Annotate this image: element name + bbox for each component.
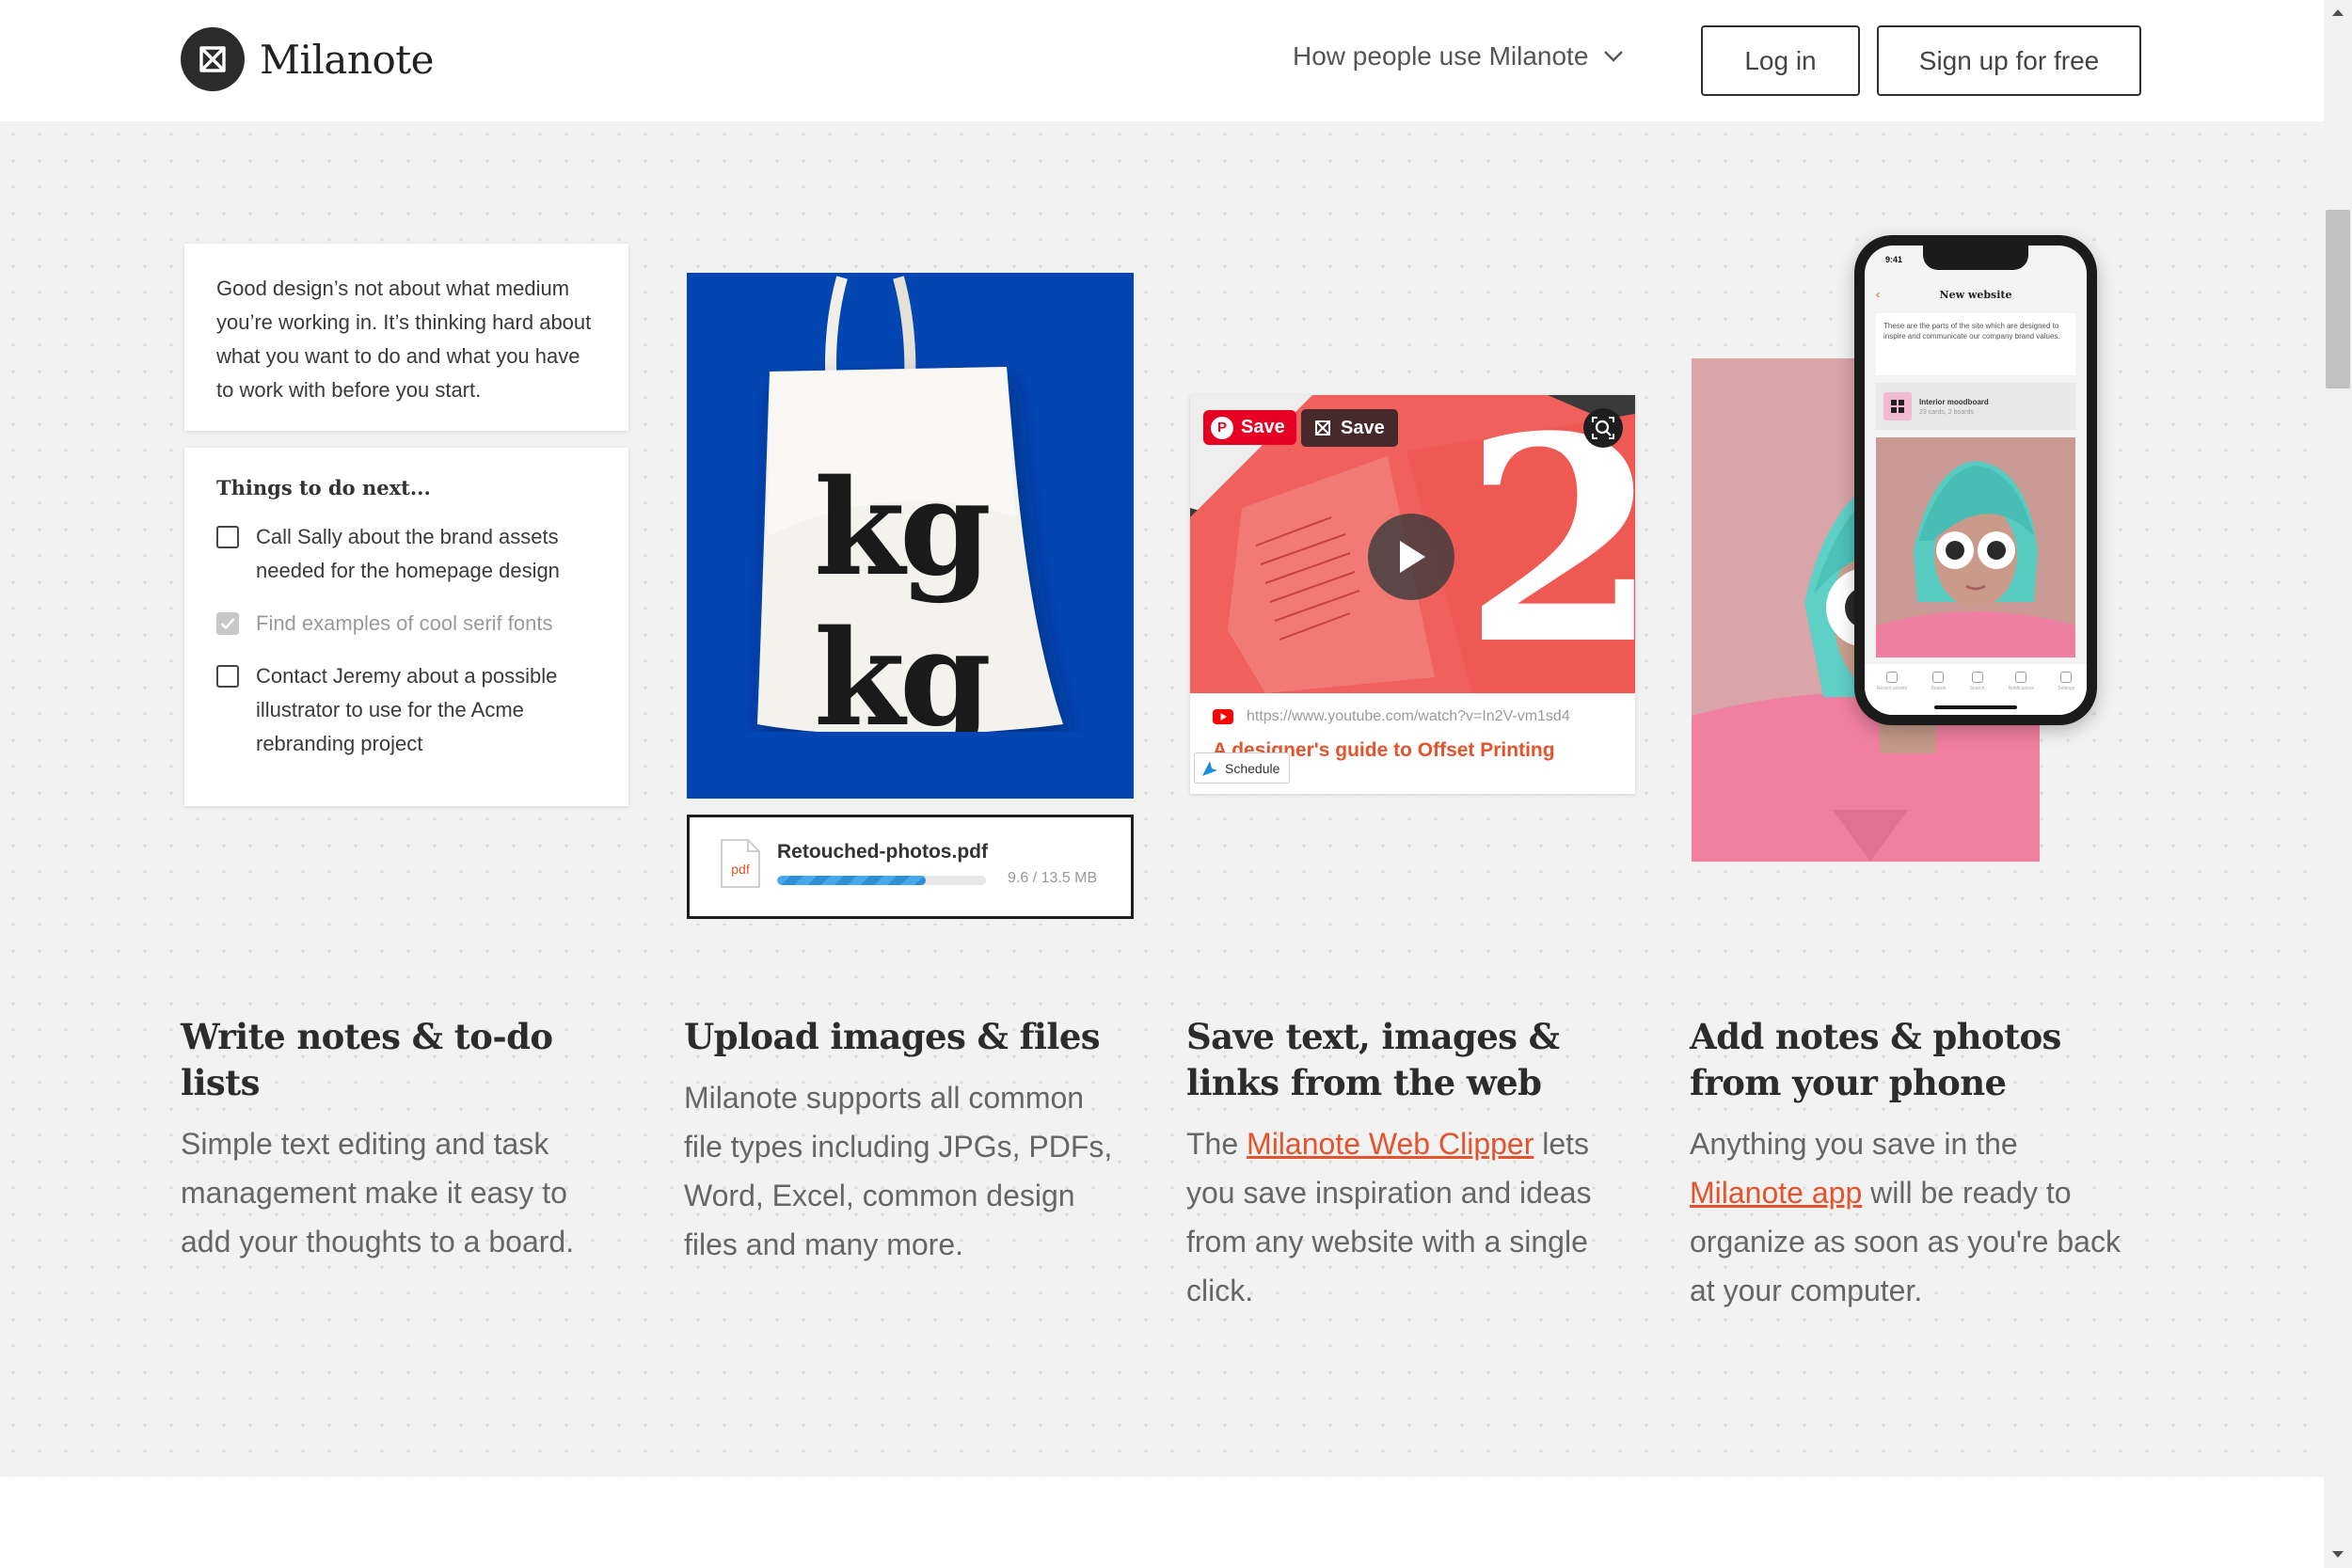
gear-icon: [2060, 672, 2073, 683]
feature-heading: Write notes & to-do lists: [181, 1016, 553, 1103]
brand-logo[interactable]: Milanote: [181, 27, 434, 91]
web-clipper-link[interactable]: Milanote Web Clipper: [1247, 1127, 1534, 1161]
tab-label: Settings: [2058, 686, 2075, 691]
status-time: 9:41: [1885, 255, 1903, 264]
todo-text: Call Sally about the brand assets needed…: [256, 525, 560, 582]
phone-screen: 9:41 ‹ New website These are the parts o…: [1865, 245, 2087, 715]
tote-bag-image[interactable]: kg kg: [687, 273, 1134, 799]
tab-settings[interactable]: Settings: [2058, 672, 2074, 715]
video-thumbnail[interactable]: 2 P Save Save: [1190, 395, 1635, 693]
pdf-file-icon: pdf: [720, 838, 761, 894]
feature-heading: Upload images & files: [684, 1016, 1101, 1057]
todo-item: Call Sally about the brand assets needed…: [216, 520, 596, 588]
bird-icon: [1202, 760, 1217, 776]
file-size: 9.6 / 13.5 MB: [1008, 870, 1098, 886]
scrollbar-thumb[interactable]: [2326, 210, 2350, 388]
bell-icon: [2015, 672, 2027, 683]
recent-icon: [1885, 672, 1898, 683]
tab-label: Notifications: [2008, 686, 2034, 691]
todo-item: Contact Jeremy about a possible illustra…: [216, 659, 596, 761]
brand-name: Milanote: [260, 36, 434, 83]
signup-button[interactable]: Sign up for free: [1877, 25, 2141, 96]
feature-uploads: Upload images & files Milanote supports …: [684, 1014, 1126, 1269]
pinterest-icon: P: [1211, 416, 1233, 439]
todo-text: Contact Jeremy about a possible illustra…: [256, 664, 558, 755]
visual-search-icon[interactable]: [1583, 408, 1623, 448]
web-clip-card[interactable]: 2 P Save Save https://www.youtube.com/wa…: [1190, 395, 1635, 794]
feature-description: Milanote supports all common file types …: [684, 1081, 1113, 1261]
description-text: The: [1186, 1127, 1248, 1161]
todo-title: Things to do next...: [216, 476, 431, 499]
pinterest-save-button[interactable]: P Save: [1203, 410, 1296, 445]
next-section: [0, 1477, 2324, 1568]
tab-label: Search: [1969, 686, 1985, 691]
upload-file-card[interactable]: pdf Retouched-photos.pdf 9.6 / 13.5 MB: [687, 815, 1134, 919]
todo-checkbox-checked[interactable]: [216, 612, 239, 635]
schedule-chip[interactable]: Schedule: [1194, 752, 1291, 784]
source-url[interactable]: https://www.youtube.com/watch?v=In2V-vm1…: [1247, 708, 1570, 725]
note-card: Good design’s not about what medium you’…: [184, 244, 628, 431]
milanote-save-button[interactable]: Save: [1301, 409, 1398, 447]
milanote-logo-icon: [181, 27, 245, 91]
search-icon: [1971, 672, 1983, 683]
upload-progress-bar: [777, 876, 986, 885]
phone-notch: [1923, 245, 2028, 270]
scroll-down-icon[interactable]: [2331, 1550, 2344, 1560]
board-title: Interior moodboard: [1919, 397, 1989, 406]
schedule-label: Schedule: [1225, 760, 1280, 776]
checkmark-icon: [220, 618, 235, 630]
feature-heading: Save text, images & links from the web: [1186, 1016, 1560, 1103]
description-text: Anything you save in the: [1690, 1127, 2018, 1161]
page-scrollbar[interactable]: [2324, 0, 2352, 1568]
login-button[interactable]: Log in: [1701, 25, 1860, 96]
file-name: Retouched-photos.pdf: [777, 841, 988, 863]
scroll-up-icon[interactable]: [2331, 8, 2344, 17]
milanote-app-link[interactable]: Milanote app: [1690, 1176, 1862, 1210]
todo-item: Find examples of cool serif fonts: [216, 607, 596, 641]
feature-web-clipper: Save text, images & links from the web T…: [1186, 1014, 1629, 1315]
chevron-down-icon: [1604, 51, 1624, 62]
todo-card: Things to do next... Call Sally about th…: [184, 448, 628, 806]
tab-label: Recent activity: [1876, 686, 1908, 691]
boards-icon: [1932, 672, 1945, 683]
feature-description: The Milanote Web Clipper lets you save i…: [1186, 1119, 1629, 1315]
youtube-icon: [1213, 709, 1233, 724]
file-type-label: pdf: [731, 862, 750, 877]
phone-note[interactable]: These are the parts of the site which ar…: [1876, 313, 2075, 375]
site-header: Milanote How people use Milanote Log in …: [0, 0, 2324, 121]
nav-menu-label: How people use Milanote: [1293, 41, 1589, 71]
phone-board-card[interactable]: Interior moodboard 23 cards, 2 boards: [1876, 383, 2075, 430]
portrait-illustration: [1876, 437, 2075, 657]
feature-heading: Add notes & photos from your phone: [1690, 1016, 2061, 1103]
tote-text-line-1: kg: [814, 451, 989, 606]
how-people-use-menu[interactable]: How people use Milanote: [1293, 41, 1624, 71]
board-icon: [1883, 392, 1912, 420]
note-text: Good design’s not about what medium you’…: [216, 277, 592, 402]
feature-description: Anything you save in the Milanote app wi…: [1690, 1119, 2132, 1315]
phone-photo[interactable]: [1876, 437, 2075, 657]
milanote-save-label: Save: [1341, 417, 1385, 438]
milanote-logo-icon: [1315, 420, 1330, 436]
upload-progress-fill: [777, 876, 926, 885]
tab-recent[interactable]: Recent activity: [1876, 672, 1908, 715]
todo-text: Find examples of cool serif fonts: [256, 611, 553, 635]
source-url-row: https://www.youtube.com/watch?v=In2V-vm1…: [1213, 708, 1570, 725]
pinterest-save-label: Save: [1241, 417, 1285, 437]
board-screen-title: New website: [1939, 289, 2012, 301]
feature-description: Simple text editing and task management …: [181, 1127, 575, 1259]
phone-mockup: 9:41 ‹ New website These are the parts o…: [1854, 235, 2097, 725]
todo-checkbox[interactable]: [216, 526, 239, 548]
board-meta: 23 cards, 2 boards: [1919, 408, 1974, 416]
tab-label: Boards: [1931, 686, 1947, 691]
tote-bag-illustration: kg kg: [687, 276, 1134, 799]
feature-notes: Write notes & to-do lists Simple text ed…: [181, 1014, 623, 1266]
home-indicator: [1934, 705, 2017, 709]
feature-mobile-app: Add notes & photos from your phone Anyth…: [1690, 1014, 2132, 1315]
play-icon[interactable]: [1368, 514, 1454, 600]
todo-checkbox[interactable]: [216, 665, 239, 688]
